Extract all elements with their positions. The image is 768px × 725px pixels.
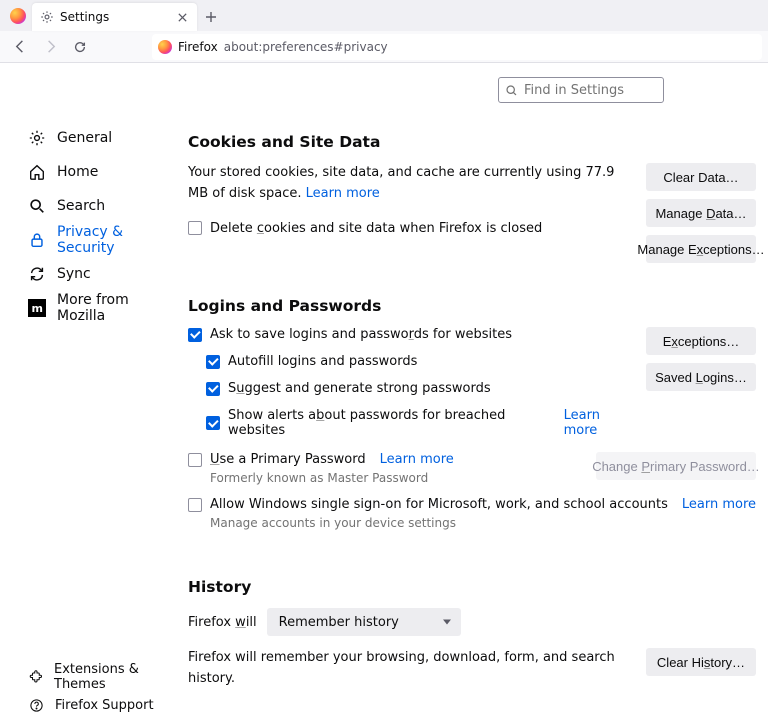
search-placeholder: Find in Settings — [524, 83, 624, 98]
clear-history-button[interactable]: Clear History… — [646, 648, 756, 676]
clear-data-button[interactable]: Clear Data… — [646, 163, 756, 191]
section-heading: Cookies and Site Data — [188, 133, 756, 151]
breach-learn-more-link[interactable]: Learn more — [564, 408, 634, 438]
mozilla-icon: m — [28, 299, 46, 317]
sidebar-item-more-mozilla[interactable]: m More from Mozilla — [0, 291, 180, 325]
change-primary-password-button: Change Primary Password… — [596, 452, 756, 480]
breach-alerts-checkbox[interactable] — [206, 416, 220, 430]
firefox-will-label: Firefox will — [188, 615, 257, 630]
firefox-logo-icon — [10, 8, 26, 24]
sidebar-item-home[interactable]: Home — [0, 155, 180, 189]
delete-cookies-checkbox[interactable] — [188, 221, 202, 235]
home-icon — [28, 163, 46, 181]
sidebar-item-privacy[interactable]: Privacy & Security — [0, 223, 180, 257]
url-bar[interactable]: Firefox about:preferences#privacy — [152, 34, 762, 60]
logins-exceptions-button[interactable]: Exceptions… — [646, 327, 756, 355]
settings-sidebar: General Home Search Privacy & Security S… — [0, 63, 180, 725]
primary-password-checkbox[interactable] — [188, 453, 202, 467]
settings-main: Find in Settings Cookies and Site Data Y… — [180, 63, 768, 725]
sso-learn-more-link[interactable]: Learn more — [682, 497, 756, 512]
find-in-settings-input[interactable]: Find in Settings — [498, 77, 664, 103]
history-mode-select[interactable]: Remember history — [267, 608, 461, 636]
cookies-desc: Your stored cookies, site data, and cach… — [188, 165, 614, 201]
sidebar-item-label: Search — [57, 198, 105, 214]
section-heading: Logins and Passwords — [188, 297, 756, 315]
sidebar-item-label: Firefox Support — [55, 698, 154, 713]
sidebar-item-general[interactable]: General — [0, 121, 180, 155]
url-text: about:preferences#privacy — [224, 40, 388, 54]
delete-cookies-label: Delete cookies and site data when Firefo… — [210, 221, 542, 236]
search-icon — [28, 197, 46, 215]
sidebar-item-sync[interactable]: Sync — [0, 257, 180, 291]
sidebar-item-label: Privacy & Security — [57, 224, 180, 256]
saved-logins-button[interactable]: Saved Logins… — [646, 363, 756, 391]
lock-icon — [28, 231, 46, 249]
primary-learn-more-link[interactable]: Learn more — [380, 452, 454, 467]
puzzle-icon — [28, 669, 43, 685]
logins-section: Logins and Passwords Ask to save logins … — [188, 297, 756, 530]
close-icon[interactable] — [175, 10, 189, 24]
section-heading: History — [188, 578, 756, 596]
sidebar-item-support[interactable]: Firefox Support — [0, 691, 180, 719]
sso-hint: Manage accounts in your device settings — [210, 516, 756, 530]
sidebar-item-label: General — [57, 130, 112, 146]
new-tab-button[interactable] — [197, 3, 225, 31]
tab-strip: Settings — [0, 0, 768, 31]
navigation-toolbar: Firefox about:preferences#privacy — [0, 31, 768, 63]
ask-save-logins-checkbox[interactable] — [188, 328, 202, 342]
reload-button[interactable] — [66, 33, 94, 61]
sidebar-item-label: Home — [57, 164, 98, 180]
sidebar-item-label: More from Mozilla — [57, 292, 180, 324]
identity-firefox-icon — [158, 40, 172, 54]
breach-alerts-label: Show alerts about passwords for breached… — [228, 408, 550, 438]
gear-icon — [40, 10, 54, 24]
sidebar-item-label: Extensions & Themes — [54, 662, 180, 692]
primary-password-hint: Formerly known as Master Password — [210, 471, 584, 485]
manage-data-button[interactable]: Manage Data… — [646, 199, 756, 227]
gear-icon — [28, 129, 46, 147]
history-section: History Firefox will Remember history Fi… — [188, 578, 756, 690]
sync-icon — [28, 265, 46, 283]
autofill-label: Autofill logins and passwords — [228, 354, 417, 369]
windows-sso-checkbox[interactable] — [188, 498, 202, 512]
browser-tab[interactable]: Settings — [32, 3, 197, 31]
back-button[interactable] — [6, 33, 34, 61]
forward-button[interactable] — [36, 33, 64, 61]
tab-title: Settings — [60, 10, 169, 24]
ask-save-logins-label: Ask to save logins and passwords for web… — [210, 327, 512, 342]
suggest-passwords-label: Suggest and generate strong passwords — [228, 381, 491, 396]
primary-password-label: Use a Primary Password — [210, 452, 366, 467]
cookies-section: Cookies and Site Data Your stored cookie… — [188, 133, 756, 263]
history-note: Firefox will remember your browsing, dow… — [188, 650, 615, 686]
sidebar-item-extensions[interactable]: Extensions & Themes — [0, 663, 180, 691]
sidebar-item-search[interactable]: Search — [0, 189, 180, 223]
windows-sso-label: Allow Windows single sign-on for Microso… — [210, 497, 668, 512]
manage-exceptions-button[interactable]: Manage Exceptions… — [646, 235, 756, 263]
suggest-passwords-checkbox[interactable] — [206, 382, 220, 396]
identity-label: Firefox — [178, 40, 218, 54]
autofill-checkbox[interactable] — [206, 355, 220, 369]
sidebar-item-label: Sync — [57, 266, 91, 282]
help-icon — [28, 697, 44, 713]
cookies-learn-more-link[interactable]: Learn more — [306, 186, 380, 201]
